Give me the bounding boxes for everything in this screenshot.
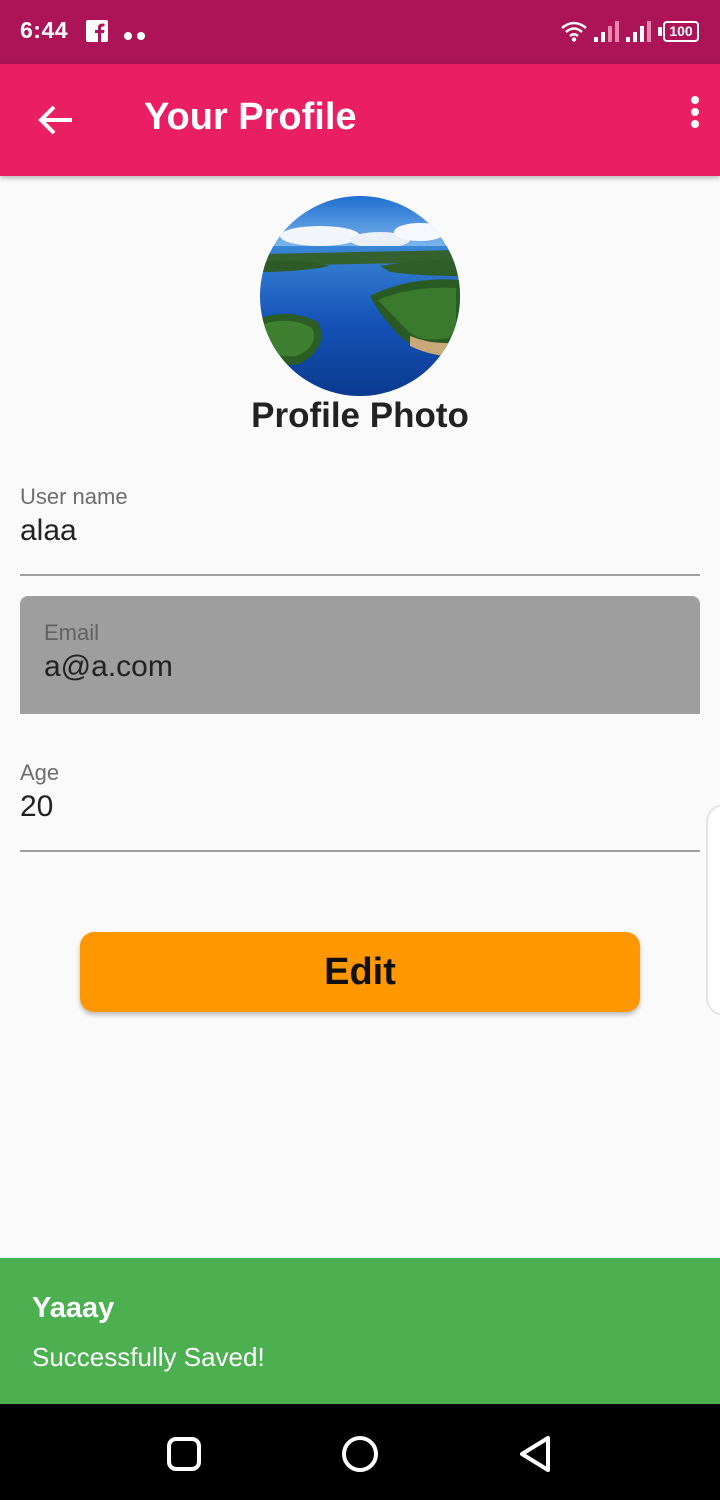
email-input [44,650,700,684]
signal-icon [594,21,619,42]
username-input[interactable] [20,514,700,548]
wifi-icon [561,21,587,42]
status-bar: 6:44 100 [0,0,720,64]
success-snackbar: Yaaay Successfully Saved! [0,1258,720,1404]
facebook-icon [86,20,108,42]
email-label: Email [44,620,100,645]
snackbar-message: Successfully Saved! [32,1342,265,1372]
age-input[interactable] [20,790,700,824]
username-label: User name [20,484,128,509]
edit-button[interactable]: Edit [80,932,640,1012]
battery-level: 100 [663,21,699,42]
snackbar-title: Yaaay [32,1292,115,1324]
signal-icon [626,21,651,42]
profile-photo-label: Profile Photo [251,396,469,435]
username-underline [20,574,700,576]
arrow-back-icon[interactable] [36,100,76,140]
edge-panel-handle[interactable] [706,804,720,1016]
profile-photo[interactable] [260,196,460,396]
status-time: 6:44 [20,17,69,43]
app-bar: Your Profile [0,64,720,176]
age-label: Age [20,760,60,785]
page-title: Your Profile [144,96,357,138]
email-field: Email [20,596,700,714]
username-field[interactable]: User name [20,484,700,578]
lake-landscape-image [260,196,460,396]
circle-icon[interactable] [338,1432,382,1476]
triangle-back-icon[interactable] [514,1432,558,1476]
age-underline [20,850,700,852]
age-field[interactable]: Age [20,760,700,854]
notification-dots-icon [124,27,150,45]
square-icon[interactable] [162,1432,206,1476]
system-nav-bar [0,1404,720,1500]
more-vert-icon[interactable] [680,94,710,134]
